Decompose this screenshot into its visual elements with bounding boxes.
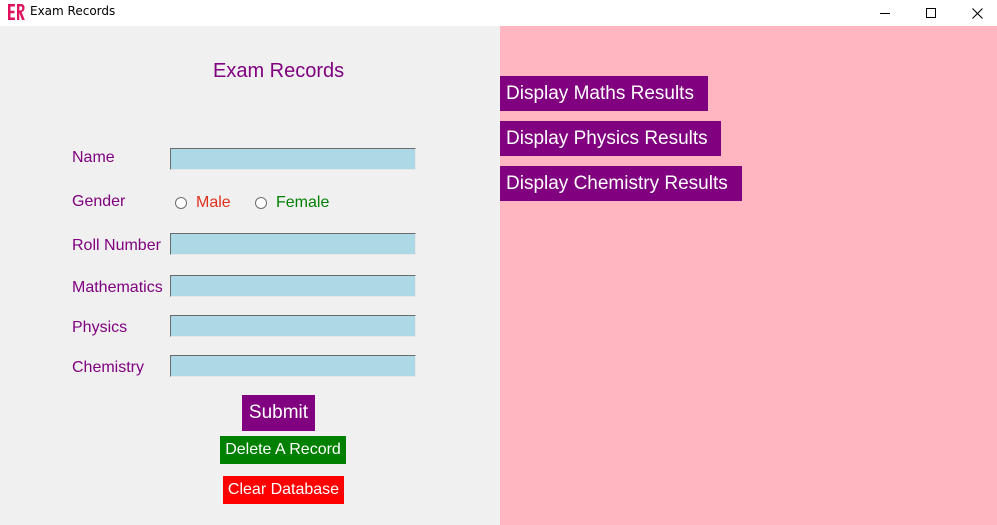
close-button[interactable]: [954, 0, 997, 26]
name-label: Name: [72, 149, 115, 166]
mathematics-label: Mathematics: [72, 279, 163, 296]
roll-number-label: Roll Number: [72, 237, 161, 254]
gender-label: Gender: [72, 193, 126, 210]
chemistry-label: Chemistry: [72, 359, 145, 376]
clear-database-button[interactable]: Clear Database: [223, 476, 344, 504]
maximize-button[interactable]: [908, 0, 954, 26]
form-title: Exam Records: [213, 60, 345, 82]
delete-record-button[interactable]: Delete A Record: [220, 436, 346, 464]
physics-input[interactable]: [170, 315, 416, 337]
window-title: Exam Records: [30, 4, 116, 18]
display-chemistry-results-button[interactable]: Display Chemistry Results: [500, 166, 742, 201]
roll-number-input[interactable]: [170, 233, 416, 255]
gender-male-label: Male: [196, 194, 231, 211]
close-icon: [971, 7, 983, 19]
title-bar: Exam Records: [0, 0, 997, 26]
radio-circle-icon: [255, 197, 267, 209]
er-logo-icon: [8, 4, 25, 20]
minimize-button[interactable]: [862, 0, 908, 26]
gender-male-radio[interactable]: Male: [175, 194, 231, 212]
minimize-icon: [880, 13, 890, 14]
display-physics-results-button[interactable]: Display Physics Results: [500, 121, 721, 156]
name-input[interactable]: [170, 148, 416, 170]
submit-button[interactable]: Submit: [242, 395, 315, 431]
mathematics-input[interactable]: [170, 275, 416, 297]
gender-female-label: Female: [276, 194, 330, 211]
gender-female-radio[interactable]: Female: [255, 194, 329, 212]
results-panel: Display Maths Results Display Physics Re…: [500, 26, 997, 525]
entry-form-panel: Exam Records Name Gender Male Female Rol…: [0, 26, 500, 525]
physics-label: Physics: [72, 319, 128, 336]
maximize-icon: [926, 8, 936, 18]
radio-circle-icon: [175, 197, 187, 209]
display-maths-results-button[interactable]: Display Maths Results: [500, 76, 708, 111]
chemistry-input[interactable]: [170, 355, 416, 377]
